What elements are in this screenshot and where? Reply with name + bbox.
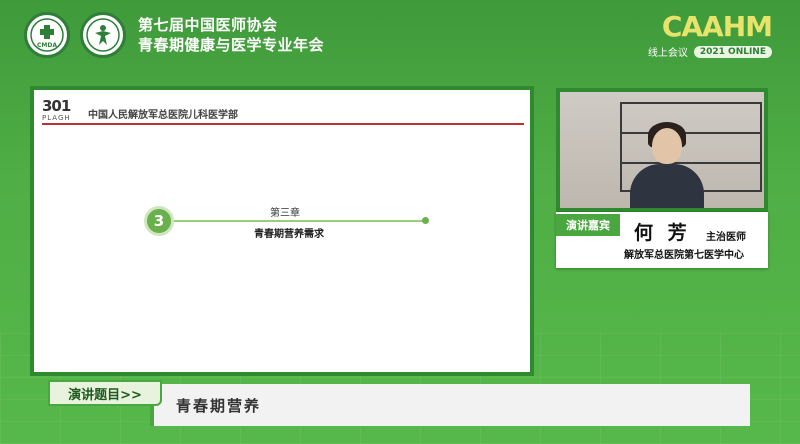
chapter-number: 第三章 xyxy=(270,208,300,219)
conference-title-line1: 第七届中国医师协会 xyxy=(138,16,278,34)
cmda-logo-icon: CMDA xyxy=(24,12,70,58)
chapter-line xyxy=(174,220,424,222)
topic-title: 青春期营养 xyxy=(176,397,262,415)
speaker-body xyxy=(630,164,704,208)
speaker-card: 演讲嘉宾 何 芳 主治医师 解放军总医院第七医学中心 xyxy=(556,212,768,268)
header-logos: CMDA xyxy=(24,12,126,58)
plagh-logo-number: 301 xyxy=(42,97,71,115)
chapter-dot xyxy=(422,217,429,224)
brand-logo: CAAHM xyxy=(661,10,773,43)
topic-label: 演讲题目>> xyxy=(48,380,162,406)
speaker-name: 何 芳 xyxy=(634,222,691,244)
chapter-title: 青春期营养需求 xyxy=(254,229,324,240)
slide-header-rule xyxy=(42,123,524,125)
speaker-face xyxy=(652,128,682,164)
edition-badge: 2021 ONLINE xyxy=(693,45,772,58)
slide-organization: 中国人民解放军总医院儿科医学部 xyxy=(88,109,238,121)
presentation-slide: 301 PLAGH 中国人民解放军总医院儿科医学部 3 第三章 青春期营养需求 xyxy=(34,90,530,372)
speaker-video-frame xyxy=(556,88,768,212)
slide-frame: 301 PLAGH 中国人民解放军总医院儿科医学部 3 第三章 青春期营养需求 xyxy=(30,86,534,376)
speaker-tag: 演讲嘉宾 xyxy=(556,214,620,236)
speaker-role: 主治医师 xyxy=(706,232,746,243)
brand-subtitle: 线上会议 xyxy=(647,48,688,59)
cmda-logo-text: CMDA xyxy=(37,42,57,49)
topic-bar: 青春期营养 xyxy=(150,384,750,426)
plagh-logo-text: PLAGH xyxy=(42,114,71,122)
brand-block: CAAHM 线上会议 2021 ONLINE xyxy=(647,10,773,60)
speaker-organization: 解放军总医院第七医学中心 xyxy=(624,250,744,261)
chapter-number-badge: 3 xyxy=(144,206,174,236)
speaker-video xyxy=(560,92,764,208)
conference-title-line2: 青春期健康与医学专业年会 xyxy=(138,36,325,54)
conference-title: 第七届中国医师协会 青春期健康与医学专业年会 xyxy=(138,15,324,55)
association-logo-icon xyxy=(80,12,126,58)
